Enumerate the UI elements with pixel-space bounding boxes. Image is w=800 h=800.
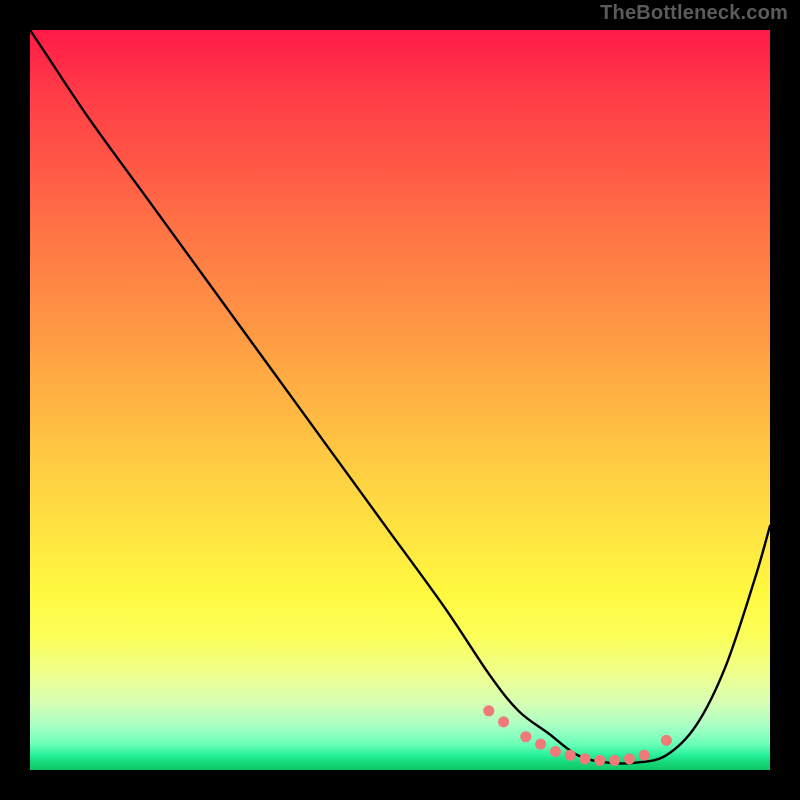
marker-dot — [661, 735, 672, 746]
marker-dot — [594, 755, 605, 766]
marker-dot — [483, 705, 494, 716]
marker-dot — [565, 750, 576, 761]
marker-dot — [609, 755, 620, 766]
bottleneck-curve — [30, 30, 770, 764]
marker-dot — [498, 716, 509, 727]
marker-dot — [580, 753, 591, 764]
highlight-markers — [483, 705, 672, 766]
attribution-label: TheBottleneck.com — [600, 2, 788, 25]
marker-dot — [535, 739, 546, 750]
marker-dot — [550, 746, 561, 757]
marker-dot — [624, 753, 635, 764]
chart-svg — [30, 30, 770, 770]
marker-dot — [520, 731, 531, 742]
marker-dot — [639, 750, 650, 761]
plot-area — [30, 30, 770, 770]
chart-frame: TheBottleneck.com — [0, 0, 800, 800]
